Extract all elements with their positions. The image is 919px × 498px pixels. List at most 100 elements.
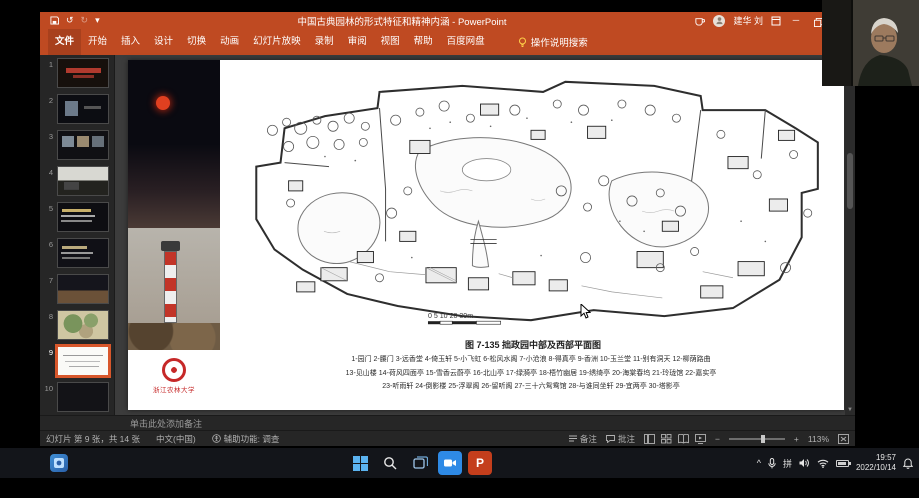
- tab-record[interactable]: 录制: [308, 29, 341, 55]
- lighthouse-top: [161, 241, 180, 251]
- comment-icon: [606, 435, 615, 443]
- save-icon[interactable]: [50, 16, 59, 25]
- tab-slideshow[interactable]: 幻灯片放映: [246, 29, 308, 55]
- slide-thumbnail-3[interactable]: [57, 130, 109, 160]
- taskbar: P ^ 拼 19:57 2022/10/14: [0, 448, 919, 478]
- legend-line-2: 13-见山楼 14-荷风四面亭 15-雪香云蔚亭 16-北山亭 17-绿漪亭 1…: [220, 367, 842, 381]
- tab-insert[interactable]: 插入: [114, 29, 147, 55]
- webcam-video-overlay[interactable]: [822, 0, 919, 86]
- ime-indicator[interactable]: 拼: [783, 457, 792, 470]
- slide-photo-strip: [128, 60, 220, 350]
- tell-me-search[interactable]: 操作说明搜索: [518, 35, 588, 49]
- start-button[interactable]: [348, 451, 372, 475]
- scrollbar-track[interactable]: [845, 65, 855, 405]
- coffee-cup-icon[interactable]: [694, 16, 705, 26]
- undo-icon[interactable]: ↺: [66, 15, 74, 26]
- minimize-button[interactable]: ─: [789, 12, 803, 29]
- tab-transitions[interactable]: 切换: [180, 29, 213, 55]
- slide-thumbnail-2[interactable]: [57, 94, 109, 124]
- garden-plan-drawing: 0 5 10 20 30m: [228, 68, 834, 334]
- accessibility-icon: [212, 434, 221, 443]
- accessibility-status[interactable]: 辅助功能: 调查: [212, 433, 280, 445]
- tab-home[interactable]: 开始: [81, 29, 114, 55]
- slide-thumbnail-panel: 1 2 3 4 5 6 7 8 9 10: [40, 55, 115, 415]
- user-avatar[interactable]: [713, 15, 725, 27]
- network-wifi-icon[interactable]: [817, 459, 829, 468]
- tab-file[interactable]: 文件: [48, 29, 81, 55]
- comments-toggle-button[interactable]: 批注: [606, 433, 635, 445]
- powerpoint-app-icon[interactable]: P: [468, 451, 492, 475]
- language-indicator[interactable]: 中文(中国): [156, 433, 196, 445]
- zoom-slider[interactable]: [729, 438, 785, 440]
- legend-line-1: 1-园门 2-腰门 3-远香堂 4-倚玉轩 5-小飞虹 6-松风水阁 7-小沧浪…: [220, 353, 842, 367]
- reading-view-icon[interactable]: [678, 434, 689, 444]
- volume-icon[interactable]: [799, 458, 810, 468]
- meeting-app-icon[interactable]: [438, 451, 462, 475]
- logo-text: 浙江农林大学: [136, 384, 212, 394]
- lightbulb-icon: [518, 37, 527, 48]
- zoom-slider-thumb[interactable]: [761, 435, 765, 443]
- notes-toggle-button[interactable]: 备注: [569, 433, 597, 445]
- zoom-percentage[interactable]: 113%: [808, 434, 829, 444]
- slide-thumbnail-6[interactable]: [57, 238, 109, 268]
- thumb-number: 10: [40, 382, 53, 393]
- slide-thumbnail-5[interactable]: [57, 202, 109, 232]
- normal-view-icon[interactable]: [644, 434, 655, 444]
- fit-to-window-icon[interactable]: [838, 434, 849, 444]
- scrollbar-thumb[interactable]: [847, 153, 853, 209]
- quick-access-toolbar: ↺ ↻ ▾: [40, 15, 110, 26]
- garden-plan-image[interactable]: 0 5 10 20 30m: [228, 68, 834, 334]
- title-bar: ↺ ↻ ▾ 中国古典园林的形式特征和精神内涵 - PowerPoint 建华 刘…: [40, 12, 855, 29]
- zoom-in-button[interactable]: +: [794, 434, 799, 444]
- redo-icon[interactable]: ↻: [81, 15, 89, 26]
- window-title: 中国古典园林的形式特征和精神内涵 - PowerPoint: [110, 14, 695, 28]
- user-name[interactable]: 建华 刘: [733, 14, 763, 27]
- microphone-icon[interactable]: [768, 458, 776, 469]
- ribbon-tab-bar: 文件 开始 插入 设计 切换 动画 幻灯片放映 录制 审阅 视图 帮助 百度网盘…: [40, 29, 855, 55]
- widgets-icon[interactable]: [50, 454, 68, 472]
- legend-line-3: 23-听雨轩 24-倒影楼 25-浮翠阁 26-留听阁 27-三十六鸳鸯馆 28…: [220, 380, 842, 394]
- notes-pane[interactable]: 单击此处添加备注: [40, 415, 855, 430]
- slide-thumbnail-7[interactable]: [57, 274, 109, 304]
- thumb-number: 6: [40, 238, 53, 249]
- search-icon[interactable]: [378, 451, 402, 475]
- taskbar-clock[interactable]: 19:57 2022/10/14: [856, 453, 896, 473]
- taskbar-center-icons: P: [348, 451, 492, 475]
- thumb-number: 8: [40, 310, 53, 321]
- slide-thumbnail-1[interactable]: [57, 58, 109, 88]
- slide-scrollbar[interactable]: ▲ ▼: [845, 55, 855, 415]
- zoom-out-button[interactable]: −: [715, 434, 720, 444]
- thumb-number: 2: [40, 94, 53, 105]
- university-logo: 浙江农林大学: [136, 358, 212, 394]
- tab-help[interactable]: 帮助: [407, 29, 440, 55]
- slide-canvas[interactable]: 浙江农林大学: [128, 60, 844, 410]
- rocks: [128, 323, 220, 350]
- figure-legend: 1-园门 2-腰门 3-远香堂 4-倚玉轩 5-小飞虹 6-松风水阁 7-小沧浪…: [220, 353, 842, 394]
- notification-bell-icon[interactable]: [903, 458, 913, 469]
- notes-icon: [569, 435, 577, 443]
- sunset-photo: [128, 60, 220, 228]
- tab-view[interactable]: 视图: [374, 29, 407, 55]
- slide-counter[interactable]: 幻灯片 第 9 张，共 14 张: [46, 433, 140, 445]
- slide-thumbnail-8[interactable]: [57, 310, 109, 340]
- slide-thumbnail-4[interactable]: [57, 166, 109, 196]
- lighthouse-tower: [164, 251, 177, 323]
- slide-thumbnail-9-selected[interactable]: [57, 346, 109, 376]
- slideshow-view-icon[interactable]: [695, 434, 706, 444]
- clock-time: 19:57: [856, 453, 896, 463]
- tab-animations[interactable]: 动画: [213, 29, 246, 55]
- qat-dropdown-icon[interactable]: ▾: [95, 15, 100, 26]
- tab-design[interactable]: 设计: [147, 29, 180, 55]
- task-view-icon[interactable]: [408, 451, 432, 475]
- tab-review[interactable]: 审阅: [341, 29, 374, 55]
- tray-chevron-up-icon[interactable]: ^: [757, 458, 761, 468]
- scroll-down-icon[interactable]: ▼: [847, 405, 853, 415]
- tab-baidu-netdisk[interactable]: 百度网盘: [440, 29, 492, 55]
- slide-thumbnail-10[interactable]: [57, 382, 109, 412]
- system-tray: ^ 拼 19:57 2022/10/14: [757, 448, 913, 478]
- ribbon-display-options-icon[interactable]: [771, 16, 781, 26]
- svg-text:0 5 10 20 30m: 0 5 10 20 30m: [428, 313, 473, 320]
- logo-emblem: [162, 358, 186, 382]
- battery-icon[interactable]: [836, 460, 849, 467]
- slide-sorter-view-icon[interactable]: [661, 434, 672, 444]
